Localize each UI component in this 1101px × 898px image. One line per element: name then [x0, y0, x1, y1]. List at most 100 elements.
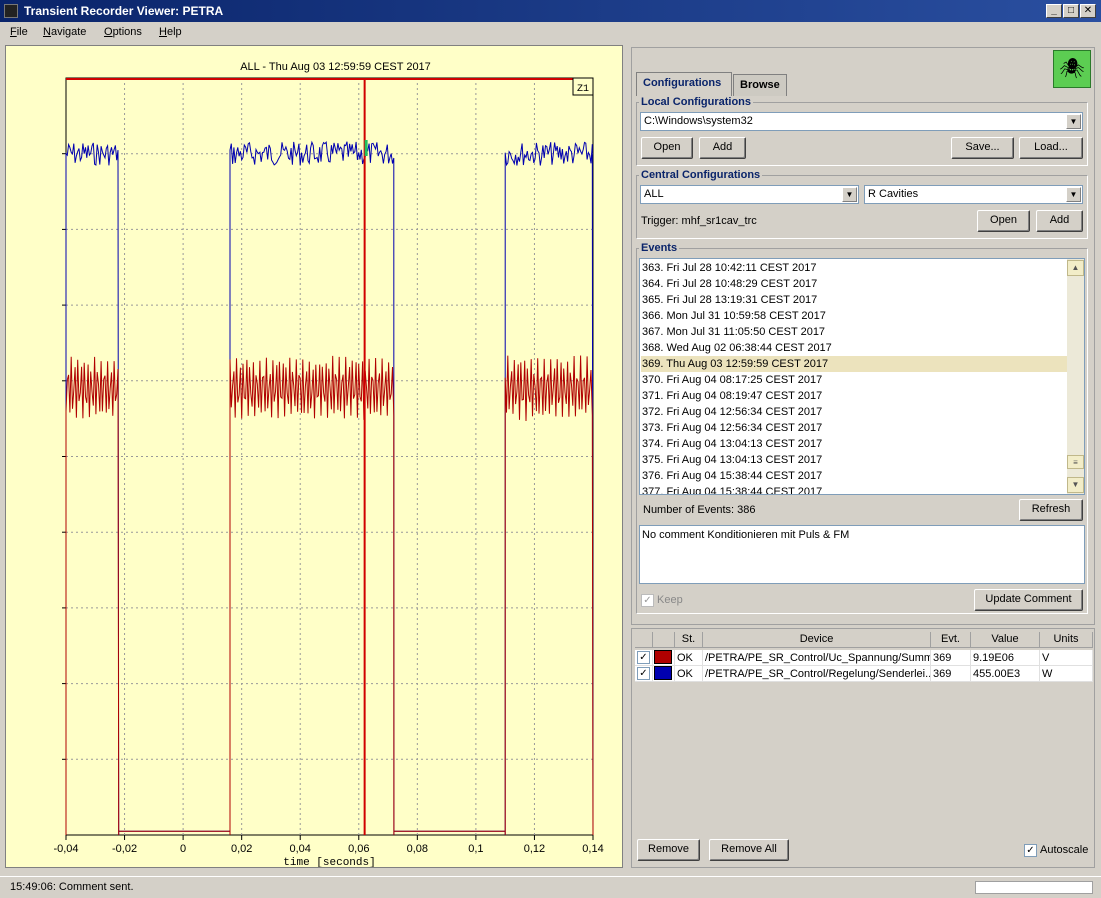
event-list-item[interactable]: 369. Thu Aug 03 12:59:59 CEST 2017: [641, 356, 1067, 372]
tab-configurations[interactable]: Configurations: [636, 72, 732, 96]
event-list-item[interactable]: 366. Mon Jul 31 10:59:58 CEST 2017: [641, 308, 1067, 324]
col-status[interactable]: St.: [675, 632, 703, 648]
cursor-marker: [364, 140, 368, 156]
status-bar: 15:49:06: Comment sent.: [0, 876, 1101, 898]
row-checkbox-cell[interactable]: ✓: [635, 666, 653, 682]
event-list-item[interactable]: 363. Fri Jul 28 10:42:11 CEST 2017: [641, 260, 1067, 276]
minimize-button[interactable]: _: [1046, 4, 1062, 18]
local-add-button[interactable]: Add: [699, 137, 746, 159]
scroll-up-icon[interactable]: ▲: [1067, 260, 1084, 276]
chevron-down-icon[interactable]: ▼: [842, 187, 857, 202]
row-checkbox-cell[interactable]: ✓: [635, 650, 653, 666]
tab-browse[interactable]: Browse: [733, 74, 787, 96]
device-visible-checkbox[interactable]: ✓: [637, 651, 650, 664]
menu-bar: File Navigate Options Help: [0, 22, 1101, 44]
event-list-item[interactable]: 374. Fri Aug 04 13:04:13 CEST 2017: [641, 436, 1067, 452]
save-button[interactable]: Save...: [951, 137, 1014, 159]
keep-label: Keep: [657, 594, 683, 606]
menu-file[interactable]: File: [10, 26, 28, 38]
local-open-button[interactable]: Open: [641, 137, 693, 159]
remove-all-button[interactable]: Remove All: [709, 839, 789, 861]
trigger-label: Trigger: mhf_sr1cav_trc: [641, 215, 757, 227]
x-tick-label: -0,04: [53, 843, 78, 855]
plot-area: [65, 77, 594, 836]
events-list[interactable]: 363. Fri Jul 28 10:42:11 CEST 2017 364. F…: [639, 258, 1085, 495]
x-tick-label: 0,04: [290, 843, 311, 855]
local-path-value: C:\Windows\system32: [644, 115, 753, 127]
event-list-item[interactable]: 364. Fri Jul 28 10:48:29 CEST 2017: [641, 276, 1067, 292]
device-visible-checkbox[interactable]: ✓: [637, 667, 650, 680]
panel-splitter[interactable]: [626, 45, 630, 875]
maximize-button[interactable]: □: [1063, 4, 1079, 18]
plot-panel[interactable]: -0,04 -0,02 0 0,02 0,04 0,06 0,08 0,1 0,12 0,14 AL…: [5, 45, 623, 868]
menu-help[interactable]: Help: [159, 26, 182, 38]
event-list-item[interactable]: 375. Fri Aug 04 13:04:13 CEST 2017: [641, 452, 1067, 468]
row-evt: 369: [931, 666, 971, 682]
central-config-label: Central Configurations: [639, 169, 763, 181]
col-value[interactable]: Value: [971, 632, 1040, 648]
row-device: /PETRA/PE_SR_Control/Regelung/Senderlei.…: [703, 666, 931, 682]
scroll-down-icon[interactable]: ▼: [1067, 477, 1084, 493]
x-axis-label: time [seconds]: [283, 857, 375, 867]
title-bar: Transient Recorder Viewer: PETRA _ □ ✕: [0, 0, 1101, 22]
scroll-thumb[interactable]: ≡: [1067, 455, 1084, 469]
chevron-down-icon[interactable]: ▼: [1066, 187, 1081, 202]
event-list-item[interactable]: 367. Mon Jul 31 11:05:50 CEST 2017: [641, 324, 1067, 340]
menu-options[interactable]: Options: [104, 26, 142, 38]
event-list-item[interactable]: 377. Fri Aug 04 15:38:44 CEST 2017: [641, 484, 1067, 494]
col-units[interactable]: Units: [1040, 632, 1093, 648]
event-list-item[interactable]: 371. Fri Aug 04 08:19:47 CEST 2017: [641, 388, 1067, 404]
row-evt: 369: [931, 650, 971, 666]
event-list-item[interactable]: 365. Fri Jul 28 13:19:31 CEST 2017: [641, 292, 1067, 308]
window-title: Transient Recorder Viewer: PETRA: [24, 4, 224, 18]
close-button[interactable]: ✕: [1080, 4, 1096, 18]
col-device[interactable]: Device: [703, 632, 931, 648]
autoscale-label: Autoscale: [1040, 844, 1089, 856]
comment-textarea[interactable]: No comment Konditionieren mit Puls & FM: [639, 525, 1085, 584]
x-tick-label: 0,08: [407, 843, 428, 855]
central-device-value: R Cavities: [868, 188, 919, 200]
update-comment-button[interactable]: Update Comment: [974, 589, 1083, 611]
remove-button[interactable]: Remove: [637, 839, 700, 861]
app-icon: [4, 4, 18, 18]
row-value: 455.00E3: [971, 666, 1040, 682]
row-color-cell: [653, 666, 675, 682]
local-path-combo[interactable]: C:\Windows\system32 ▼: [640, 112, 1083, 131]
row-status: OK: [675, 650, 703, 666]
series-color-swatch[interactable]: [654, 666, 672, 680]
x-tick-label: 0,02: [231, 843, 252, 855]
load-button[interactable]: Load...: [1019, 137, 1083, 159]
row-color-cell: [653, 650, 675, 666]
series-color-swatch[interactable]: [654, 650, 672, 664]
x-tick-label: 0,14: [582, 843, 603, 855]
event-count: Number of Events: 386: [643, 504, 756, 516]
status-message: 15:49:06: Comment sent.: [10, 881, 134, 893]
chevron-down-icon[interactable]: ▼: [1066, 114, 1081, 129]
autoscale-checkbox[interactable]: ✓: [1024, 844, 1037, 857]
central-add-button[interactable]: Add: [1036, 210, 1083, 232]
central-group-value: ALL: [644, 188, 664, 200]
event-list-item[interactable]: 373. Fri Aug 04 12:56:34 CEST 2017: [641, 420, 1067, 436]
event-list-item[interactable]: 372. Fri Aug 04 12:56:34 CEST 2017: [641, 404, 1067, 420]
col-check: [635, 632, 653, 648]
event-list-item[interactable]: 376. Fri Aug 04 15:38:44 CEST 2017: [641, 468, 1067, 484]
status-progress: [975, 881, 1093, 894]
refresh-button[interactable]: Refresh: [1019, 499, 1083, 521]
central-device-combo[interactable]: R Cavities ▼: [864, 185, 1083, 204]
waveform-chart[interactable]: -0,04 -0,02 0 0,02 0,04 0,06 0,08 0,1 0,12 0,14 AL…: [6, 46, 622, 867]
events-label: Events: [639, 242, 680, 254]
col-evt[interactable]: Evt.: [931, 632, 971, 648]
row-units: W: [1040, 666, 1093, 682]
central-open-button[interactable]: Open: [977, 210, 1030, 232]
chart-title: ALL - Thu Aug 03 12:59:59 CEST 2017: [240, 61, 431, 73]
keep-checkbox[interactable]: ✓: [641, 594, 654, 607]
spider-icon: 🕷: [1053, 50, 1091, 88]
events-scrollbar[interactable]: ▲ ≡ ▼: [1067, 259, 1084, 494]
row-units: V: [1040, 650, 1093, 666]
row-value: 9.19E06: [971, 650, 1040, 666]
event-list-item[interactable]: 368. Wed Aug 02 06:38:44 CEST 2017: [641, 340, 1067, 356]
menu-navigate[interactable]: Navigate: [43, 26, 86, 38]
row-device: /PETRA/PE_SR_Control/Uc_Spannung/Summe: [703, 650, 931, 666]
central-group-combo[interactable]: ALL ▼: [640, 185, 859, 204]
event-list-item[interactable]: 370. Fri Aug 04 08:17:25 CEST 2017: [641, 372, 1067, 388]
